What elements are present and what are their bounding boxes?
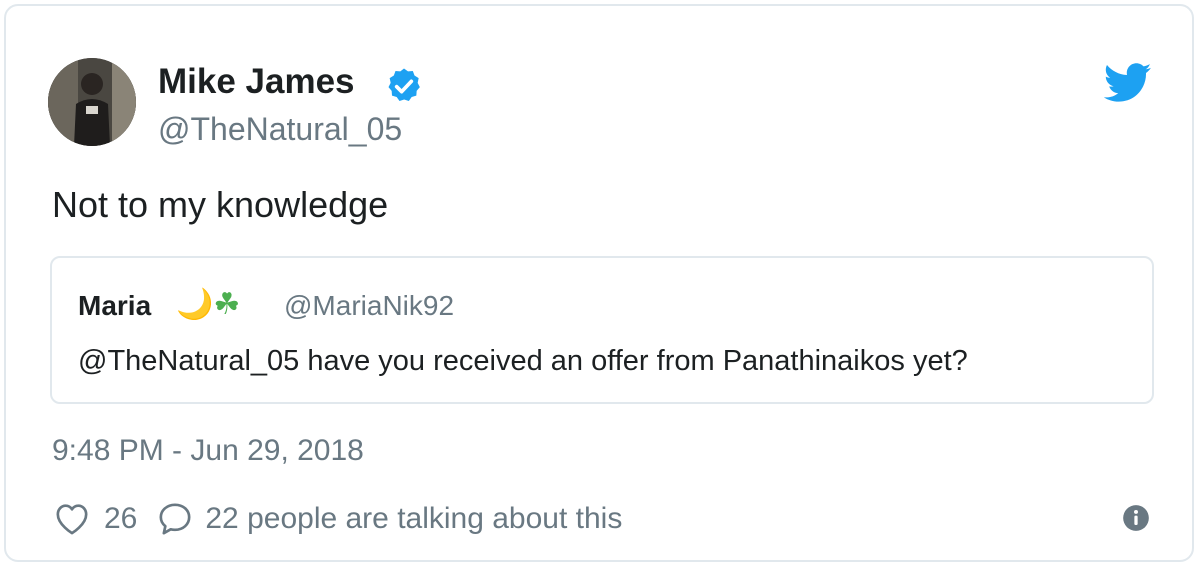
shamrock-icon: ☘ [213,288,241,321]
tweet-text: Not to my knowledge [52,184,389,225]
quoted-tweet[interactable]: Maria 🌙☘ @MariaNik92 @TheNatural_05 have… [50,256,1154,404]
tweet-timestamp[interactable]: 9:48 PM - Jun 29, 2018 [52,432,364,470]
speech-bubble-icon[interactable] [155,499,195,539]
conversation-link[interactable]: 22 people are talking about this [205,502,622,536]
avatar[interactable] [48,58,136,146]
quoted-author-emoji: 🌙☘ [176,286,240,324]
twitter-bird-icon[interactable] [1104,62,1152,104]
verified-badge-icon [388,68,420,101]
moon-icon: 🌙 [176,288,214,321]
quoted-tweet-text: @TheNatural_05 have you received an offe… [78,345,968,377]
tweet-actions: 26 22 people are talking about this [52,496,622,542]
embedded-tweet-card: Mike James @TheNatural_05 Not to my know… [4,4,1194,562]
avatar-photo [48,58,136,146]
author-handle[interactable]: @TheNatural_05 [158,108,402,150]
like-count[interactable]: 26 [104,502,137,536]
quoted-author-name: Maria [78,290,152,321]
info-icon[interactable] [1122,504,1150,532]
heart-icon[interactable] [52,499,92,539]
author-name[interactable]: Mike James [158,60,355,104]
quoted-author-handle: @MariaNik92 [284,290,455,321]
